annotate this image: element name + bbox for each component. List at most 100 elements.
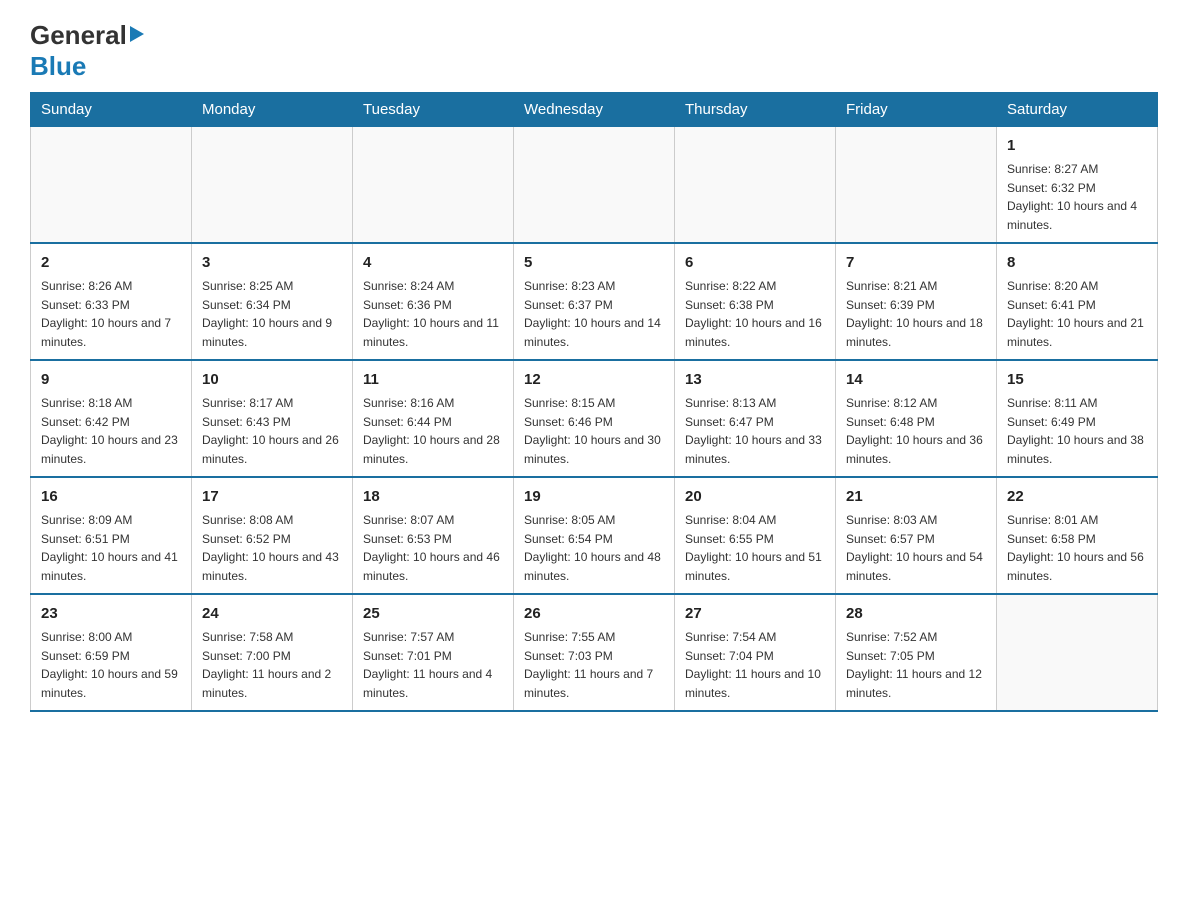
calendar-cell: 18 Sunrise: 8:07 AM Sunset: 6:53 PM Dayli… <box>353 477 514 594</box>
calendar-cell: 10 Sunrise: 8:17 AM Sunset: 6:43 PM Dayli… <box>192 360 353 477</box>
day-info: Sunrise: 8:24 AM Sunset: 6:36 PM Dayligh… <box>363 279 499 349</box>
day-number: 11 <box>363 369 503 390</box>
day-info: Sunrise: 8:21 AM Sunset: 6:39 PM Dayligh… <box>846 279 983 349</box>
weekday-header-saturday: Saturday <box>997 93 1158 127</box>
calendar-cell: 7 Sunrise: 8:21 AM Sunset: 6:39 PM Daylig… <box>836 243 997 360</box>
day-number: 8 <box>1007 252 1147 273</box>
weekday-header-sunday: Sunday <box>31 93 192 127</box>
day-info: Sunrise: 7:55 AM Sunset: 7:03 PM Dayligh… <box>524 630 653 700</box>
day-info: Sunrise: 8:00 AM Sunset: 6:59 PM Dayligh… <box>41 630 178 700</box>
day-number: 13 <box>685 369 825 390</box>
day-number: 10 <box>202 369 342 390</box>
weekday-header-row: SundayMondayTuesdayWednesdayThursdayFrid… <box>31 93 1158 127</box>
week-row-1: 2 Sunrise: 8:26 AM Sunset: 6:33 PM Daylig… <box>31 243 1158 360</box>
day-info: Sunrise: 8:05 AM Sunset: 6:54 PM Dayligh… <box>524 513 661 583</box>
calendar-cell: 19 Sunrise: 8:05 AM Sunset: 6:54 PM Dayli… <box>514 477 675 594</box>
day-number: 5 <box>524 252 664 273</box>
day-number: 19 <box>524 486 664 507</box>
day-info: Sunrise: 8:12 AM Sunset: 6:48 PM Dayligh… <box>846 396 983 466</box>
calendar-cell: 17 Sunrise: 8:08 AM Sunset: 6:52 PM Dayli… <box>192 477 353 594</box>
calendar-cell: 14 Sunrise: 8:12 AM Sunset: 6:48 PM Dayli… <box>836 360 997 477</box>
day-number: 6 <box>685 252 825 273</box>
weekday-header-thursday: Thursday <box>675 93 836 127</box>
day-info: Sunrise: 8:27 AM Sunset: 6:32 PM Dayligh… <box>1007 162 1137 232</box>
week-row-3: 16Sunrise: 8:09 AM Sunset: 6:51 PM Dayli… <box>31 477 1158 594</box>
calendar-cell: 12 Sunrise: 8:15 AM Sunset: 6:46 PM Dayli… <box>514 360 675 477</box>
day-number: 24 <box>202 603 342 624</box>
day-info: Sunrise: 8:25 AM Sunset: 6:34 PM Dayligh… <box>202 279 332 349</box>
calendar-cell <box>675 127 836 244</box>
day-info: Sunrise: 7:57 AM Sunset: 7:01 PM Dayligh… <box>363 630 492 700</box>
day-number: 3 <box>202 252 342 273</box>
day-info: Sunrise: 8:23 AM Sunset: 6:37 PM Dayligh… <box>524 279 661 349</box>
calendar-cell: 9 Sunrise: 8:18 AM Sunset: 6:42 PM Daylig… <box>31 360 192 477</box>
calendar-cell <box>997 594 1158 711</box>
week-row-0: 1 Sunrise: 8:27 AM Sunset: 6:32 PM Daylig… <box>31 127 1158 244</box>
day-info: Sunrise: 8:09 AM Sunset: 6:51 PM Dayligh… <box>41 513 178 583</box>
day-info: Sunrise: 8:04 AM Sunset: 6:55 PM Dayligh… <box>685 513 822 583</box>
weekday-header-friday: Friday <box>836 93 997 127</box>
calendar-cell <box>31 127 192 244</box>
day-info: Sunrise: 8:13 AM Sunset: 6:47 PM Dayligh… <box>685 396 822 466</box>
week-row-2: 9 Sunrise: 8:18 AM Sunset: 6:42 PM Daylig… <box>31 360 1158 477</box>
day-number: 2 <box>41 252 181 273</box>
calendar-cell: 27 Sunrise: 7:54 AM Sunset: 7:04 PM Dayli… <box>675 594 836 711</box>
day-number: 27 <box>685 603 825 624</box>
day-info: Sunrise: 8:08 AM Sunset: 6:52 PM Dayligh… <box>202 513 339 583</box>
day-number: 14 <box>846 369 986 390</box>
day-number: 20 <box>685 486 825 507</box>
day-number: 26 <box>524 603 664 624</box>
logo-arrow-icon <box>130 26 148 49</box>
day-number: 22 <box>1007 486 1147 507</box>
day-info: Sunrise: 8:07 AM Sunset: 6:53 PM Dayligh… <box>363 513 500 583</box>
day-number: 1 <box>1007 135 1147 156</box>
day-info: Sunrise: 8:22 AM Sunset: 6:38 PM Dayligh… <box>685 279 822 349</box>
day-number: 17 <box>202 486 342 507</box>
calendar-cell <box>514 127 675 244</box>
day-info: Sunrise: 7:52 AM Sunset: 7:05 PM Dayligh… <box>846 630 982 700</box>
day-number: 15 <box>1007 369 1147 390</box>
day-info: Sunrise: 8:26 AM Sunset: 6:33 PM Dayligh… <box>41 279 171 349</box>
calendar-cell: 3 Sunrise: 8:25 AM Sunset: 6:34 PM Daylig… <box>192 243 353 360</box>
calendar-cell: 6 Sunrise: 8:22 AM Sunset: 6:38 PM Daylig… <box>675 243 836 360</box>
day-number: 9 <box>41 369 181 390</box>
day-info: Sunrise: 8:20 AM Sunset: 6:41 PM Dayligh… <box>1007 279 1144 349</box>
calendar-cell <box>836 127 997 244</box>
calendar-cell: 2 Sunrise: 8:26 AM Sunset: 6:33 PM Daylig… <box>31 243 192 360</box>
calendar-cell: 4Sunrise: 8:24 AM Sunset: 6:36 PM Daylig… <box>353 243 514 360</box>
day-info: Sunrise: 8:18 AM Sunset: 6:42 PM Dayligh… <box>41 396 178 466</box>
logo: General Blue <box>30 20 148 82</box>
calendar-cell: 15Sunrise: 8:11 AM Sunset: 6:49 PM Dayli… <box>997 360 1158 477</box>
day-number: 25 <box>363 603 503 624</box>
calendar-cell: 24 Sunrise: 7:58 AM Sunset: 7:00 PM Dayli… <box>192 594 353 711</box>
calendar-cell: 11 Sunrise: 8:16 AM Sunset: 6:44 PM Dayli… <box>353 360 514 477</box>
logo-blue: Blue <box>30 51 86 81</box>
calendar-cell: 28 Sunrise: 7:52 AM Sunset: 7:05 PM Dayli… <box>836 594 997 711</box>
calendar-cell: 5 Sunrise: 8:23 AM Sunset: 6:37 PM Daylig… <box>514 243 675 360</box>
calendar-cell: 20 Sunrise: 8:04 AM Sunset: 6:55 PM Dayli… <box>675 477 836 594</box>
calendar-cell: 8 Sunrise: 8:20 AM Sunset: 6:41 PM Daylig… <box>997 243 1158 360</box>
week-row-4: 23 Sunrise: 8:00 AM Sunset: 6:59 PM Dayli… <box>31 594 1158 711</box>
day-number: 23 <box>41 603 181 624</box>
calendar-cell: 1 Sunrise: 8:27 AM Sunset: 6:32 PM Daylig… <box>997 127 1158 244</box>
day-number: 18 <box>363 486 503 507</box>
day-number: 7 <box>846 252 986 273</box>
day-number: 12 <box>524 369 664 390</box>
day-number: 28 <box>846 603 986 624</box>
weekday-header-tuesday: Tuesday <box>353 93 514 127</box>
calendar-cell: 16Sunrise: 8:09 AM Sunset: 6:51 PM Dayli… <box>31 477 192 594</box>
day-info: Sunrise: 7:54 AM Sunset: 7:04 PM Dayligh… <box>685 630 821 700</box>
calendar-cell: 23 Sunrise: 8:00 AM Sunset: 6:59 PM Dayli… <box>31 594 192 711</box>
day-info: Sunrise: 8:01 AM Sunset: 6:58 PM Dayligh… <box>1007 513 1144 583</box>
logo-general: General <box>30 20 127 51</box>
day-number: 21 <box>846 486 986 507</box>
day-info: Sunrise: 8:15 AM Sunset: 6:46 PM Dayligh… <box>524 396 661 466</box>
calendar-cell: 13 Sunrise: 8:13 AM Sunset: 6:47 PM Dayli… <box>675 360 836 477</box>
calendar-cell: 26 Sunrise: 7:55 AM Sunset: 7:03 PM Dayli… <box>514 594 675 711</box>
day-info: Sunrise: 7:58 AM Sunset: 7:00 PM Dayligh… <box>202 630 331 700</box>
day-info: Sunrise: 8:17 AM Sunset: 6:43 PM Dayligh… <box>202 396 339 466</box>
day-info: Sunrise: 8:03 AM Sunset: 6:57 PM Dayligh… <box>846 513 983 583</box>
calendar-cell: 25 Sunrise: 7:57 AM Sunset: 7:01 PM Dayli… <box>353 594 514 711</box>
calendar-cell: 21 Sunrise: 8:03 AM Sunset: 6:57 PM Dayli… <box>836 477 997 594</box>
day-info: Sunrise: 8:16 AM Sunset: 6:44 PM Dayligh… <box>363 396 500 466</box>
